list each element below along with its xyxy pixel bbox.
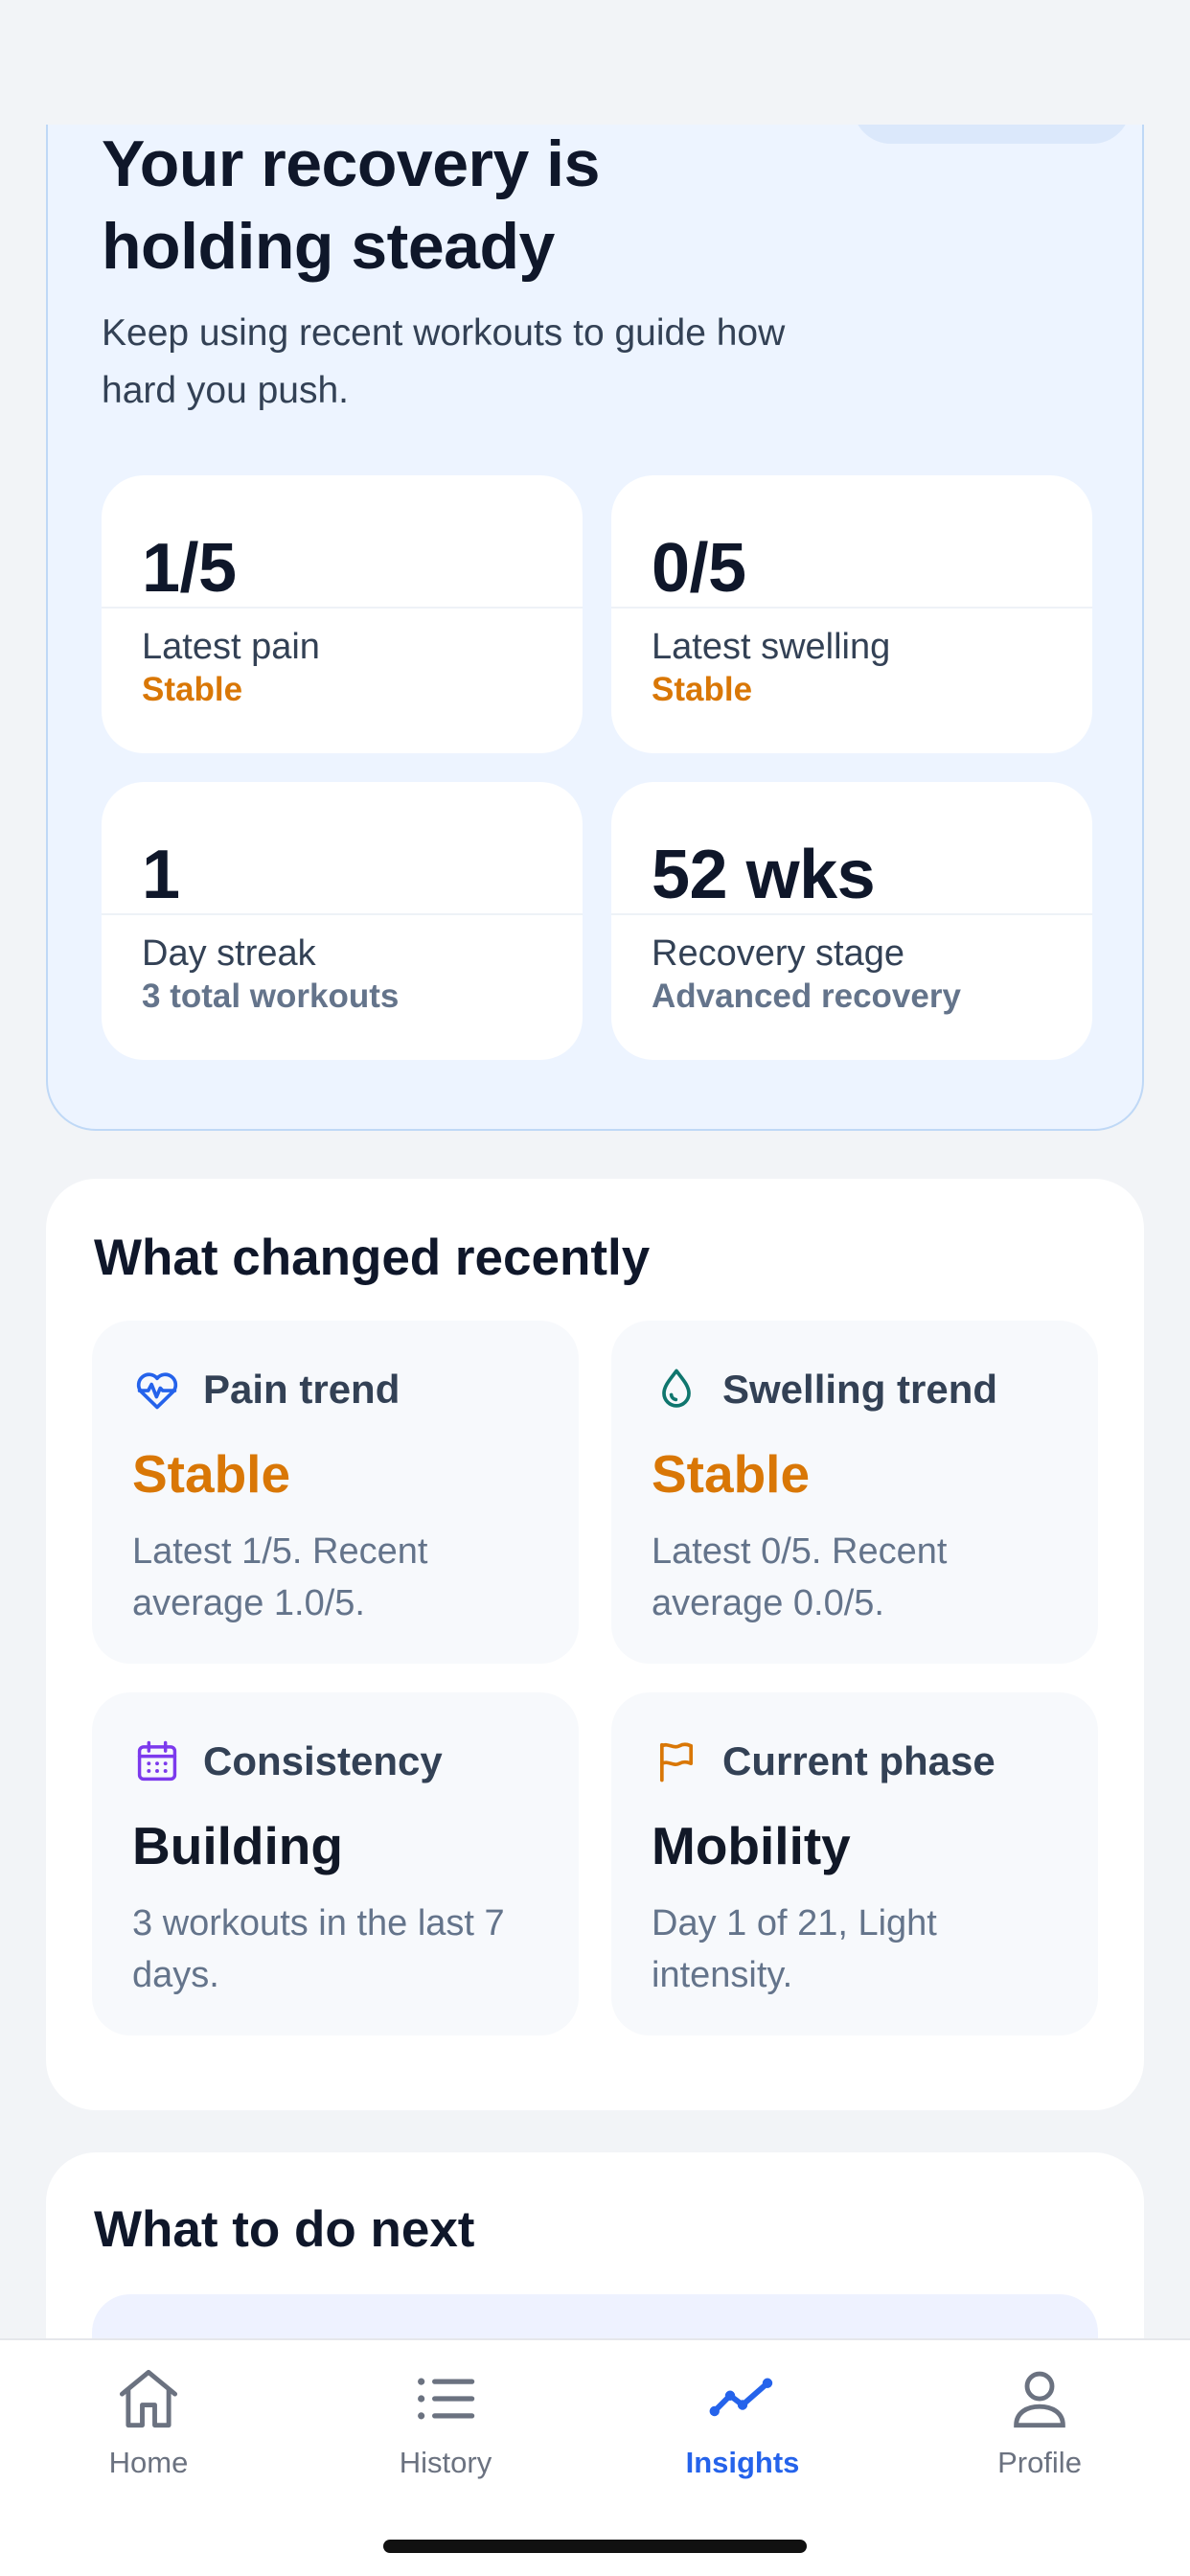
stat-value: 0/5	[652, 530, 746, 607]
insights-scroll-view[interactable]: Your recovery is holding steady Keep usi…	[0, 125, 1190, 2338]
stat-detail: Advanced recovery	[652, 978, 961, 1015]
trend-status: Building	[132, 1816, 343, 1875]
list-icon	[408, 2361, 483, 2436]
trend-description: Latest 1/5. Recent average 1.0/5.	[132, 1531, 428, 1623]
trend-description: Latest 0/5. Recent average 0.0/5.	[652, 1531, 948, 1623]
trend-description: Day 1 of 21, Light intensity.	[652, 1903, 937, 1995]
bottom-tab-bar: Home History Insights Profile	[0, 2338, 1190, 2576]
trend-name: Pain trend	[203, 1367, 400, 1412]
tab-label: History	[399, 2446, 492, 2479]
trend-card-swelling[interactable]: Swelling trend Stable Latest 0/5. Recent…	[611, 1321, 1098, 1664]
home-indicator	[383, 2540, 807, 2553]
tab-label: Profile	[997, 2446, 1082, 2479]
tab-history[interactable]: History	[297, 2340, 594, 2503]
calendar-icon	[132, 1736, 182, 1786]
stat-label: Day streak	[142, 933, 316, 974]
tab-home[interactable]: Home	[0, 2340, 297, 2503]
stat-value: 52 wks	[652, 837, 876, 913]
status-bar-area	[0, 0, 1190, 125]
stat-day-streak: 1 Day streak 3 total workouts	[102, 782, 583, 1060]
next-step-item[interactable]	[92, 2294, 1098, 2338]
trend-line-icon	[705, 2361, 780, 2436]
trend-name: Swelling trend	[722, 1367, 998, 1412]
recovery-summary-card: Your recovery is holding steady Keep usi…	[46, 125, 1144, 1131]
stat-detail: Stable	[142, 671, 243, 708]
trend-status: Mobility	[652, 1816, 851, 1875]
summary-top-pill	[853, 125, 1131, 144]
what-changed-card: What changed recently Pain trend Stable …	[46, 1179, 1144, 2110]
trend-status: Stable	[652, 1444, 811, 1504]
tab-insights[interactable]: Insights	[594, 2340, 891, 2503]
trend-name: Current phase	[722, 1738, 995, 1783]
stat-latest-swelling: 0/5 Latest swelling Stable	[611, 475, 1092, 753]
stat-detail: Stable	[652, 671, 753, 708]
tab-profile[interactable]: Profile	[891, 2340, 1188, 2503]
stat-label: Recovery stage	[652, 933, 905, 974]
stat-value: 1/5	[142, 530, 237, 607]
droplet-icon	[652, 1365, 701, 1414]
summary-title: Your recovery is holding steady	[102, 127, 600, 283]
tab-label: Insights	[685, 2446, 800, 2479]
home-icon	[111, 2361, 186, 2436]
stat-detail: 3 total workouts	[142, 978, 400, 1015]
section-title-what-changed: What changed recently	[94, 1230, 651, 1286]
heart-pulse-icon	[132, 1365, 182, 1414]
flag-icon	[652, 1736, 701, 1786]
stat-value: 1	[142, 837, 180, 913]
stat-recovery-stage: 52 wks Recovery stage Advanced recovery	[611, 782, 1092, 1060]
tab-label: Home	[108, 2446, 189, 2479]
stat-label: Latest pain	[142, 627, 320, 667]
trend-status: Stable	[132, 1444, 291, 1504]
stat-latest-pain: 1/5 Latest pain Stable	[102, 475, 583, 753]
trend-card-pain[interactable]: Pain trend Stable Latest 1/5. Recent ave…	[92, 1321, 579, 1664]
trend-description: 3 workouts in the last 7 days.	[132, 1903, 505, 1995]
person-icon	[1002, 2361, 1077, 2436]
trend-card-consistency[interactable]: Consistency Building 3 workouts in the l…	[92, 1692, 579, 2036]
trend-card-current-phase[interactable]: Current phase Mobility Day 1 of 21, Ligh…	[611, 1692, 1098, 2036]
trend-name: Consistency	[203, 1738, 443, 1783]
what-to-do-next-card: What to do next	[46, 2152, 1144, 2338]
summary-subtitle: Keep using recent workouts to guide how …	[102, 312, 786, 411]
stat-label: Latest swelling	[652, 627, 891, 667]
section-title-what-next: What to do next	[94, 2201, 475, 2258]
